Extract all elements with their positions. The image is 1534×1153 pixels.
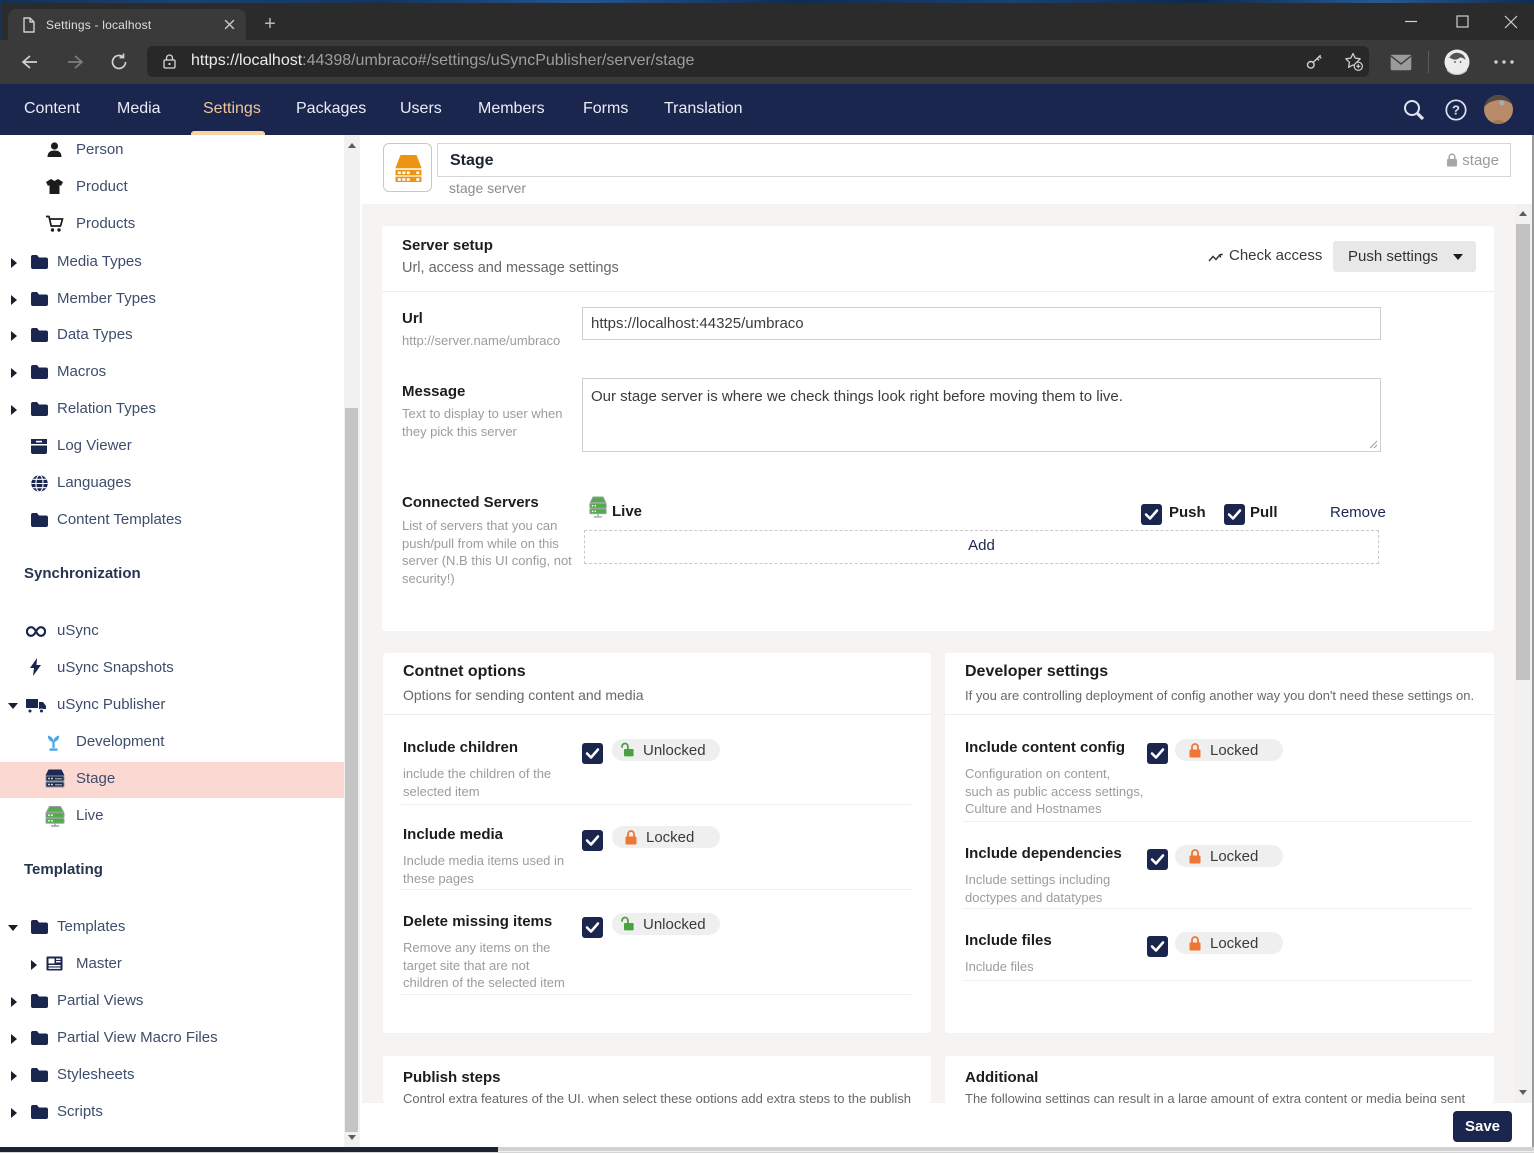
svg-text:?: ? <box>1452 103 1460 118</box>
